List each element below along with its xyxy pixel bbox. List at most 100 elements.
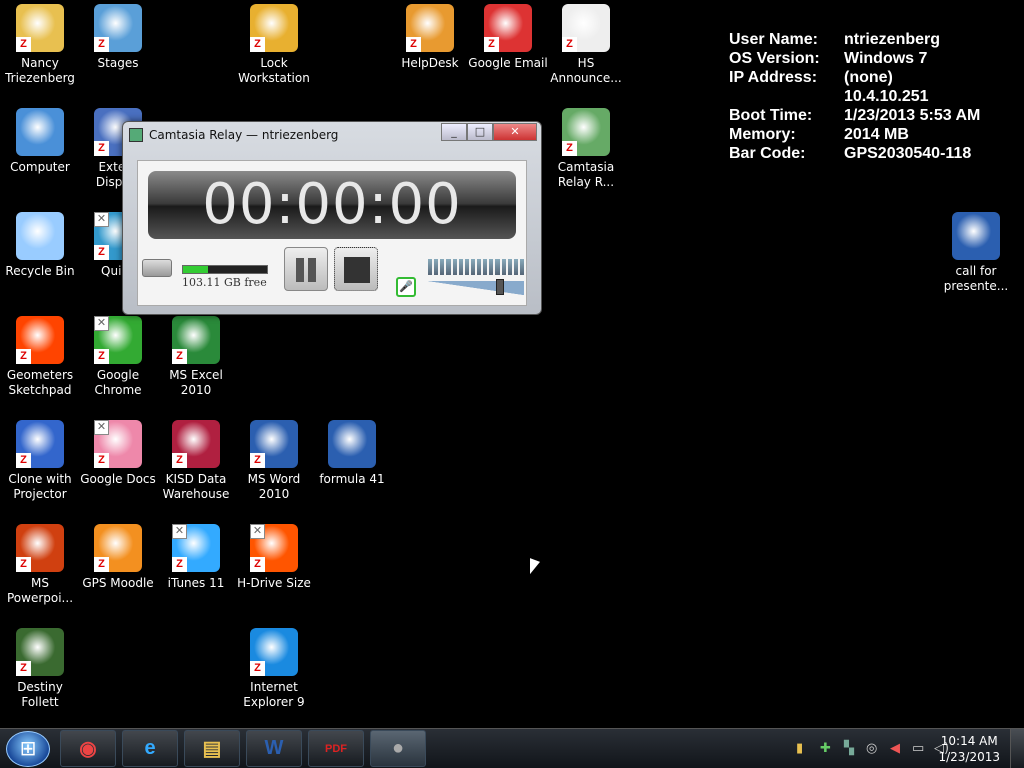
system-info-value: 1/23/2013 5:53 AM bbox=[844, 107, 981, 124]
desktop-icon-sketchpad[interactable]: Z Geometers Sketchpad bbox=[0, 316, 80, 398]
z-badge-icon: Z bbox=[94, 557, 109, 572]
close-button[interactable]: ✕ bbox=[493, 123, 537, 141]
docs-icon: Z ✕ bbox=[94, 420, 142, 468]
system-info-key: User Name: bbox=[729, 31, 818, 48]
desktop-icon-excel[interactable]: Z MS Excel 2010 bbox=[156, 316, 236, 398]
z-badge-icon: Z bbox=[16, 453, 31, 468]
z-badge-icon: Z bbox=[94, 245, 109, 260]
desktop-icon-warehouse[interactable]: Z KISD Data Warehouse bbox=[156, 420, 236, 502]
z-badge-icon: Z bbox=[16, 349, 31, 364]
desktop-icon-docs[interactable]: Z ✕ Google Docs bbox=[78, 420, 158, 487]
x-badge-icon: ✕ bbox=[94, 212, 109, 227]
security-tray-icon[interactable]: ▮ bbox=[796, 741, 803, 756]
desktop-icon-pie-chart[interactable]: Z ✕ H-Drive Size bbox=[234, 524, 314, 591]
taskbar-pdf-button[interactable]: PDF bbox=[308, 730, 364, 767]
desktop-icon-label: Google Chrome bbox=[94, 368, 142, 397]
z-badge-icon: Z bbox=[484, 37, 499, 52]
system-info-row: Bar Code: GPS2030540-118 bbox=[729, 144, 980, 163]
camtasia-relay-window[interactable]: Camtasia Relay — ntriezenberg _ □ ✕ 00:0… bbox=[122, 121, 542, 315]
z-badge-icon: Z bbox=[250, 453, 265, 468]
desktop-icon-recycle-bin[interactable]: Recycle Bin bbox=[0, 212, 80, 279]
desktop-icon-clone[interactable]: Z Clone with Projector bbox=[0, 420, 80, 502]
desktop-icon-chrome[interactable]: Z ✕ Google Chrome bbox=[78, 316, 158, 398]
start-button[interactable] bbox=[6, 731, 50, 767]
pause-button[interactable] bbox=[284, 247, 328, 291]
system-info-row: Memory: 2014 MB bbox=[729, 125, 980, 144]
desktop-icon-camtasia-relay[interactable]: Z Camtasia Relay R... bbox=[546, 108, 626, 190]
stop-button[interactable] bbox=[334, 247, 378, 291]
network-tray-icon[interactable]: ▭ bbox=[912, 741, 924, 756]
recorder-panel: 00:00:00 103.11 GB free 🎤 bbox=[137, 160, 527, 306]
desktop-icon-label: iTunes 11 bbox=[167, 576, 225, 590]
camtasia-relay-icon: Z bbox=[562, 108, 610, 156]
z-badge-icon: Z bbox=[16, 661, 31, 676]
system-info-value: (none) bbox=[844, 69, 893, 86]
desktop-icon-tree[interactable]: Z Destiny Follett bbox=[0, 628, 80, 710]
system-info-value: ntriezenberg bbox=[844, 31, 941, 48]
desktop-icon-word-doc[interactable]: formula 41 bbox=[312, 420, 392, 487]
desktop-icon-lock[interactable]: Z Lock Workstation bbox=[234, 4, 314, 86]
mute-tray-icon[interactable]: ◀ bbox=[890, 741, 900, 756]
z-badge-icon: Z bbox=[172, 349, 187, 364]
desktop-icon-stages[interactable]: Z Stages bbox=[78, 4, 158, 71]
help-tray-icon[interactable]: ◎ bbox=[866, 741, 877, 756]
volume-slider-handle[interactable] bbox=[496, 279, 504, 295]
system-info-row: Boot Time: 1/23/2013 5:53 AM bbox=[729, 106, 980, 125]
desktop-icon-gmail[interactable]: Z Google Email bbox=[468, 4, 548, 71]
desktop-icon-itunes[interactable]: Z ✕ iTunes 11 bbox=[156, 524, 236, 591]
system-info-key bbox=[729, 87, 844, 106]
taskbar-explorer-button[interactable]: ▤ bbox=[184, 730, 240, 767]
recording-timer: 00:00:00 bbox=[148, 171, 516, 239]
taskbar-camtasia-relay-button[interactable]: ● bbox=[370, 730, 426, 767]
system-info-value: 10.4.10.251 bbox=[844, 88, 929, 105]
z-badge-icon: Z bbox=[172, 557, 187, 572]
desktop-icon-word-doc[interactable]: call for presente... bbox=[936, 212, 1016, 294]
computer-icon bbox=[16, 108, 64, 156]
tree-icon: Z bbox=[16, 628, 64, 676]
microphone-icon[interactable]: 🎤 bbox=[396, 277, 416, 297]
audio-level-meter bbox=[428, 259, 524, 275]
desktop-icon-moodle[interactable]: Z GPS Moodle bbox=[78, 524, 158, 591]
system-info-panel: User Name: ntriezenberg OS Version: Windows… bbox=[729, 30, 980, 163]
desktop-icon-computer[interactable]: Computer bbox=[0, 108, 80, 175]
z-badge-icon: Z bbox=[250, 661, 265, 676]
desktop-icon-announce[interactable]: Z HS Announce... bbox=[546, 4, 626, 86]
taskbar-internet-explorer-button[interactable]: e bbox=[122, 730, 178, 767]
desktop-icon-powerpoint[interactable]: Z MS Powerpoi... bbox=[0, 524, 80, 606]
recycle-bin-icon bbox=[16, 212, 64, 260]
x-badge-icon: ✕ bbox=[172, 524, 187, 539]
desktop-icon-label: Internet Explorer 9 bbox=[243, 680, 305, 709]
z-badge-icon: Z bbox=[250, 37, 265, 52]
system-info-row: User Name: ntriezenberg bbox=[729, 30, 980, 49]
clock-time: 10:14 AM bbox=[940, 734, 998, 748]
z-badge-icon: Z bbox=[406, 37, 421, 52]
system-clock[interactable]: 10:14 AM 1/23/2013 bbox=[938, 733, 1000, 765]
desktop-icon-label: HelpDesk bbox=[401, 56, 459, 70]
desktop-icon-ie[interactable]: Z Internet Explorer 9 bbox=[234, 628, 314, 710]
volume-slider[interactable] bbox=[428, 281, 524, 295]
word-doc-icon bbox=[328, 420, 376, 468]
desktop-icon-label: KISD Data Warehouse bbox=[162, 472, 230, 501]
helpdesk-icon: Z bbox=[406, 4, 454, 52]
desktop-icon-label: Google Docs bbox=[80, 472, 156, 486]
relay-tray-icon[interactable]: ▚ bbox=[844, 741, 854, 756]
desktop-icon-helpdesk[interactable]: Z HelpDesk bbox=[390, 4, 470, 71]
system-info-key: IP Address: bbox=[729, 69, 818, 86]
z-badge-icon: Z bbox=[94, 141, 109, 156]
taskbar-chrome-button[interactable]: ◉ bbox=[60, 730, 116, 767]
z-badge-icon: Z bbox=[94, 37, 109, 52]
maximize-button[interactable]: □ bbox=[467, 123, 493, 141]
desktop-icon-user-folder[interactable]: Z Nancy Triezenberg bbox=[0, 4, 80, 86]
system-info-key: Memory: bbox=[729, 126, 796, 143]
show-desktop-button[interactable] bbox=[1010, 729, 1024, 768]
desktop-icon-label: HS Announce... bbox=[550, 56, 622, 85]
desktop-icon-label: Computer bbox=[10, 160, 70, 174]
minimize-button[interactable]: _ bbox=[441, 123, 467, 141]
taskbar: ◉e▤WPDF● ▮ ✚ ▚ ◎ ◀ ▭ ◁) 10:14 AM 1/23/20… bbox=[0, 728, 1024, 768]
system-info-row: 10.4.10.251 bbox=[729, 87, 980, 106]
desktop-icon-label: Nancy Triezenberg bbox=[5, 56, 75, 85]
taskbar-word-button[interactable]: W bbox=[246, 730, 302, 767]
desktop-icon-word[interactable]: Z MS Word 2010 bbox=[234, 420, 314, 502]
camtasia-tray-icon[interactable]: ✚ bbox=[820, 741, 831, 756]
clock-date: 1/23/2013 bbox=[938, 750, 1000, 764]
